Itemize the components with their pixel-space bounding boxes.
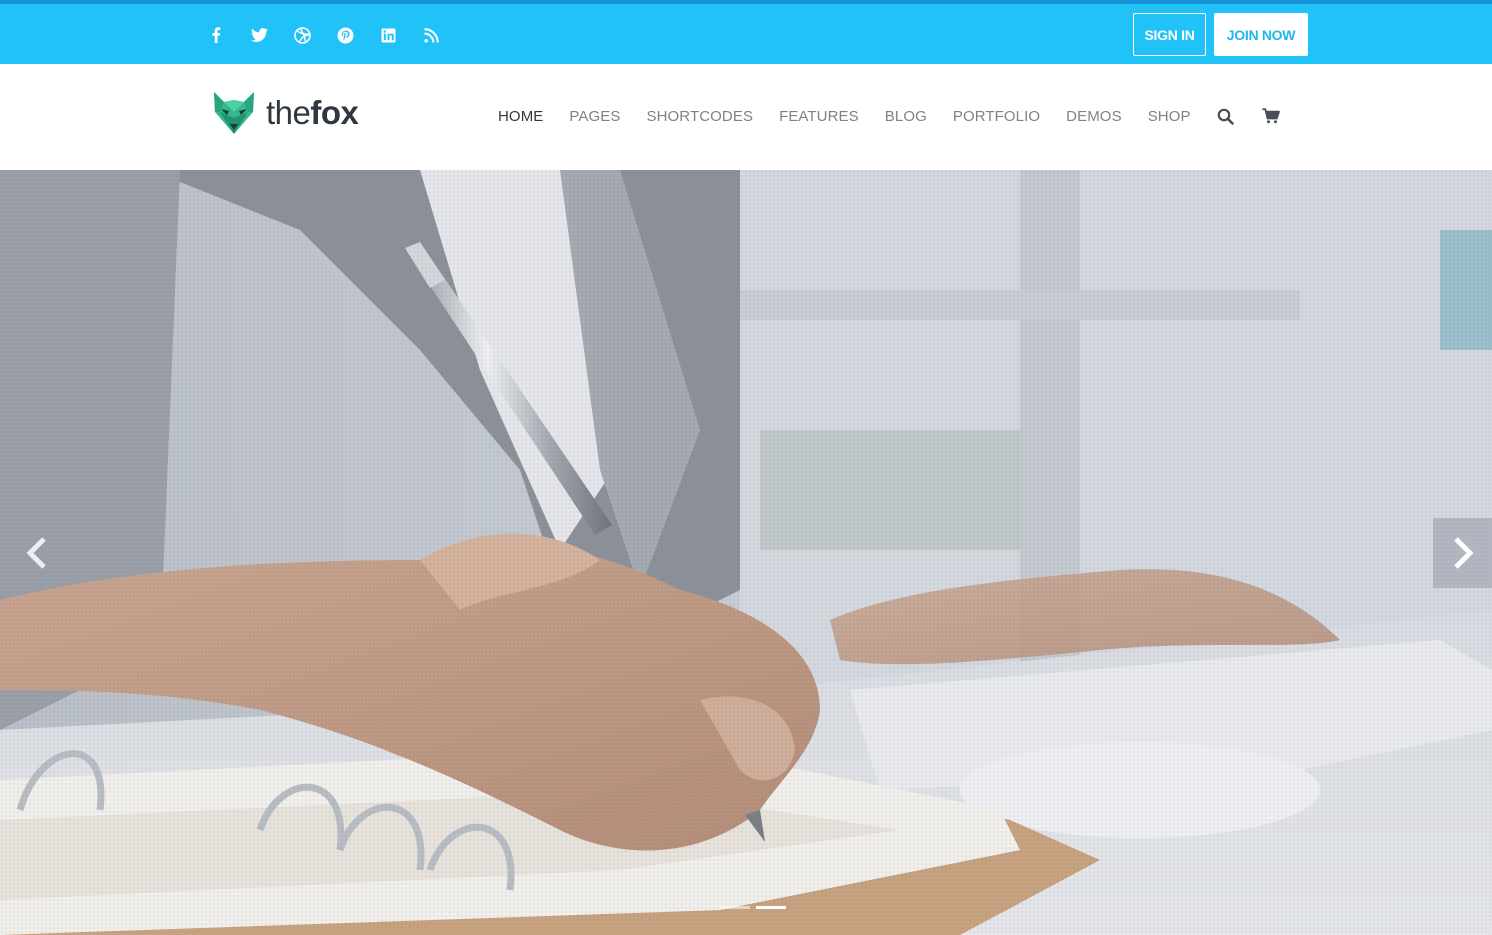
main-header: thefox HOME PAGES SHORTCODES FEATURES BL… (0, 64, 1492, 170)
fox-logo-icon (214, 92, 254, 134)
chevron-left-icon (26, 537, 46, 569)
nav-item-shop[interactable]: SHOP (1148, 108, 1191, 125)
rss-icon[interactable] (420, 24, 442, 46)
sign-in-button[interactable]: SIGN IN (1133, 13, 1206, 56)
nav-item-features[interactable]: FEATURES (779, 108, 859, 125)
site-logo[interactable]: thefox (212, 90, 359, 136)
hero-dot-overlay (0, 170, 1492, 935)
nav-item-home[interactable]: HOME (498, 108, 543, 125)
nav-item-shortcodes[interactable]: SHORTCODES (646, 108, 753, 125)
join-now-button[interactable]: JOIN NOW (1214, 13, 1308, 56)
logo-text: thefox (266, 94, 359, 132)
linkedin-icon[interactable] (377, 24, 399, 46)
slider-dot-1[interactable] (720, 906, 750, 909)
main-nav: HOME PAGES SHORTCODES FEATURES BLOG PORT… (498, 104, 1280, 128)
logo-text-bold: fox (310, 94, 359, 131)
facebook-icon[interactable] (205, 24, 227, 46)
social-links (205, 22, 463, 48)
search-icon[interactable] (1217, 108, 1234, 125)
slider-dot-2[interactable] (756, 906, 786, 909)
nav-item-pages[interactable]: PAGES (569, 108, 620, 125)
hero-slider (0, 170, 1492, 935)
cart-icon[interactable] (1262, 108, 1280, 124)
twitter-icon[interactable] (248, 24, 270, 46)
slider-prev-button[interactable] (16, 518, 58, 588)
top-bar: SIGN IN JOIN NOW (0, 0, 1492, 64)
slider-next-button[interactable] (1433, 518, 1492, 588)
logo-text-light: the (266, 94, 311, 131)
dribbble-icon[interactable] (291, 24, 313, 46)
slider-pager (720, 906, 792, 909)
nav-item-portfolio[interactable]: PORTFOLIO (953, 108, 1040, 125)
nav-item-blog[interactable]: BLOG (885, 108, 927, 125)
nav-item-demos[interactable]: DEMOS (1066, 108, 1122, 125)
pinterest-icon[interactable] (334, 24, 356, 46)
chevron-right-icon (1453, 537, 1474, 569)
